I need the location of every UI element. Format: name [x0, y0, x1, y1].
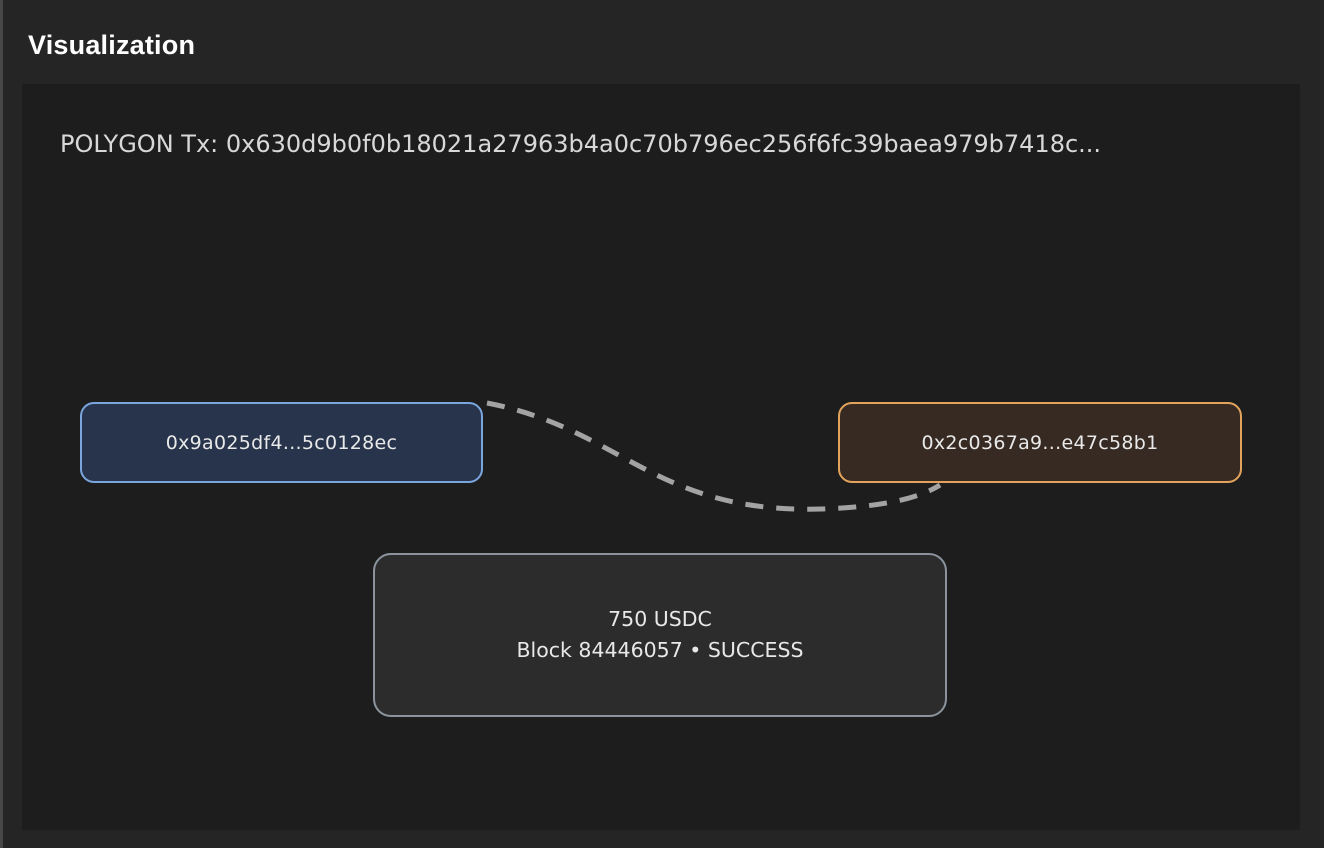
window-left-edge	[0, 0, 3, 848]
node-from-address[interactable]: 0x9a025df4...5c0128ec	[80, 402, 483, 483]
graph-canvas[interactable]: POLYGON Tx: 0x630d9b0f0b18021a27963b4a0c…	[22, 84, 1300, 830]
node-to-label: 0x2c0367a9...e47c58b1	[921, 432, 1158, 454]
node-to-address[interactable]: 0x2c0367a9...e47c58b1	[838, 402, 1242, 483]
panel-title: Visualization	[28, 30, 195, 61]
visualization-panel: Visualization POLYGON Tx: 0x630d9b0f0b18…	[0, 0, 1324, 848]
transfer-details-box: 750 USDC Block 84446057 • SUCCESS	[373, 553, 947, 717]
transfer-amount: 750 USDC	[608, 604, 712, 635]
transfer-block-status: Block 84446057 • SUCCESS	[516, 635, 803, 666]
node-from-label: 0x9a025df4...5c0128ec	[166, 432, 398, 454]
